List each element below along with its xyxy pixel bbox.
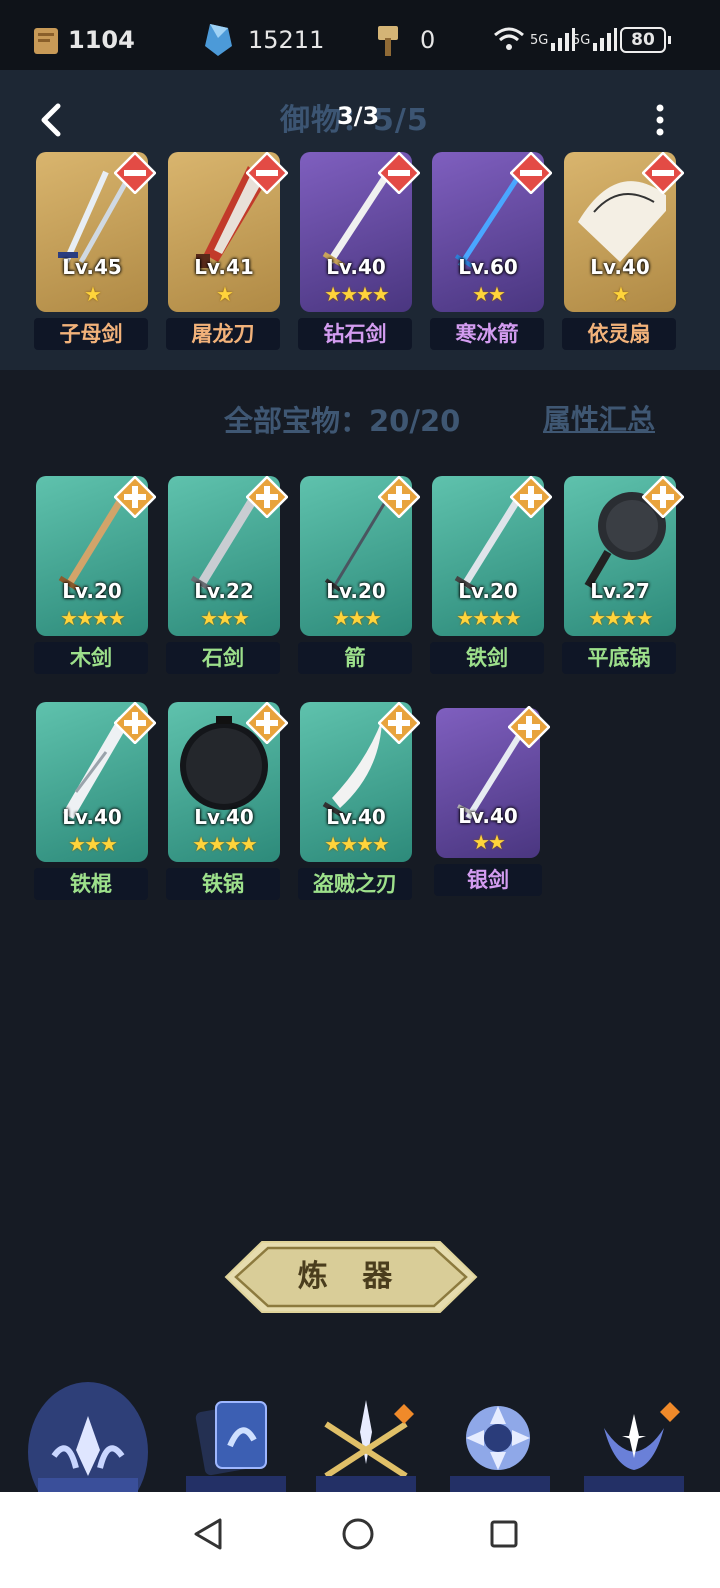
nav-skill-icon[interactable] xyxy=(440,1380,560,1492)
level-label: Lv.45 xyxy=(62,255,122,279)
wifi-indicator xyxy=(492,20,526,60)
signal-icon xyxy=(593,28,618,51)
add-icon[interactable] xyxy=(246,702,288,744)
signal-1: 5G xyxy=(530,20,576,60)
nav-character-icon[interactable] xyxy=(574,1380,694,1492)
star-rating: ★★★ xyxy=(68,832,118,856)
star-rating: ★★★★ xyxy=(324,282,390,306)
equipped-name: 钻石剑 xyxy=(298,318,412,350)
star-rating: ★★★★ xyxy=(456,606,522,630)
add-icon[interactable] xyxy=(378,476,420,518)
level-label: Lv.20 xyxy=(458,579,518,603)
wifi-icon xyxy=(494,27,524,50)
remove-icon[interactable] xyxy=(114,152,156,194)
gem-resource: 15211 xyxy=(200,20,324,60)
battery-indicator: 80 xyxy=(620,20,671,60)
remove-icon[interactable] xyxy=(378,152,420,194)
nav-cards-icon[interactable] xyxy=(176,1380,296,1492)
star-rating: ★ xyxy=(216,282,234,306)
level-label: Lv.60 xyxy=(458,255,518,279)
inventory-name: 木剑 xyxy=(34,642,148,674)
remove-icon[interactable] xyxy=(510,152,552,194)
back-arrow-icon[interactable] xyxy=(36,100,66,140)
network-type-2: 5G xyxy=(572,32,591,48)
star-rating: ★★★★ xyxy=(60,606,126,630)
nav-home-icon[interactable] xyxy=(28,1380,148,1492)
hammer-icon xyxy=(378,26,398,56)
add-icon[interactable] xyxy=(378,702,420,744)
add-icon[interactable] xyxy=(114,476,156,518)
star-rating: ★ xyxy=(612,282,630,306)
hammer-resource: 0 xyxy=(370,20,435,60)
inventory-name: 盗贼之刃 xyxy=(298,868,412,900)
inventory-name: 箭 xyxy=(298,642,412,674)
remove-icon[interactable] xyxy=(642,152,684,194)
inventory-name: 银剑 xyxy=(434,864,542,896)
equipped-name: 寒冰箭 xyxy=(430,318,544,350)
level-label: Lv.27 xyxy=(590,579,650,603)
star-rating: ★★★★ xyxy=(588,606,654,630)
gem-icon xyxy=(205,24,232,56)
star-rating: ★★★★ xyxy=(192,832,258,856)
star-rating: ★★ xyxy=(472,282,506,306)
inventory-summary: 全部宝物：20/20 xyxy=(224,404,461,438)
status-bar: 1104 15211 0 5G 5G 80 xyxy=(0,0,720,70)
nav-treasure-icon[interactable] xyxy=(306,1380,426,1492)
inventory-name: 铁剑 xyxy=(430,642,544,674)
scroll-count: 1104 xyxy=(68,26,135,54)
level-label: Lv.40 xyxy=(326,805,386,829)
inventory-name: 平底锅 xyxy=(562,642,676,674)
home-nav-icon[interactable] xyxy=(338,1514,378,1554)
add-icon[interactable] xyxy=(114,702,156,744)
equipped-name: 依灵扇 xyxy=(562,318,676,350)
signal-2: 5G xyxy=(572,20,618,60)
level-label: Lv.40 xyxy=(194,805,254,829)
inventory-name: 石剑 xyxy=(166,642,280,674)
gem-count: 15211 xyxy=(248,26,325,54)
star-rating: ★★★ xyxy=(200,606,250,630)
add-icon[interactable] xyxy=(508,706,550,748)
level-label: Lv.40 xyxy=(590,255,650,279)
hammer-count: 0 xyxy=(420,26,436,54)
level-label: Lv.40 xyxy=(62,805,122,829)
bottom-nav xyxy=(0,1380,720,1492)
scroll-icon xyxy=(34,28,58,54)
attribute-summary-link[interactable]: 属性汇总 xyxy=(543,398,655,438)
level-label: Lv.40 xyxy=(458,804,518,828)
recents-nav-icon[interactable] xyxy=(486,1514,522,1554)
star-rating: ★★ xyxy=(472,830,506,854)
star-rating: ★ xyxy=(84,282,102,306)
battery-icon: 80 xyxy=(620,27,666,53)
add-icon[interactable] xyxy=(246,476,288,518)
battery-tip xyxy=(668,36,671,44)
refine-button[interactable]: 炼 器 xyxy=(224,1240,478,1314)
star-rating: ★★★ xyxy=(332,606,382,630)
level-label: Lv.22 xyxy=(194,579,254,603)
network-type-1: 5G xyxy=(530,32,549,48)
add-icon[interactable] xyxy=(642,476,684,518)
level-label: Lv.40 xyxy=(326,255,386,279)
level-label: Lv.20 xyxy=(62,579,122,603)
remove-icon[interactable] xyxy=(246,152,288,194)
equipped-name: 屠龙刀 xyxy=(166,318,280,350)
level-label: Lv.41 xyxy=(194,255,254,279)
add-icon[interactable] xyxy=(510,476,552,518)
star-rating: ★★★★ xyxy=(324,832,390,856)
inventory-name: 铁锅 xyxy=(166,868,280,900)
system-nav-bar xyxy=(0,1492,720,1588)
back-nav-icon[interactable] xyxy=(190,1514,226,1554)
level-label: Lv.20 xyxy=(326,579,386,603)
scroll-resource: 1104 xyxy=(30,20,135,60)
equipped-name: 子母剑 xyxy=(34,318,148,350)
inventory-name: 铁棍 xyxy=(34,868,148,900)
page-indicator: 3/3 xyxy=(337,102,380,130)
more-options-icon[interactable] xyxy=(650,100,670,140)
